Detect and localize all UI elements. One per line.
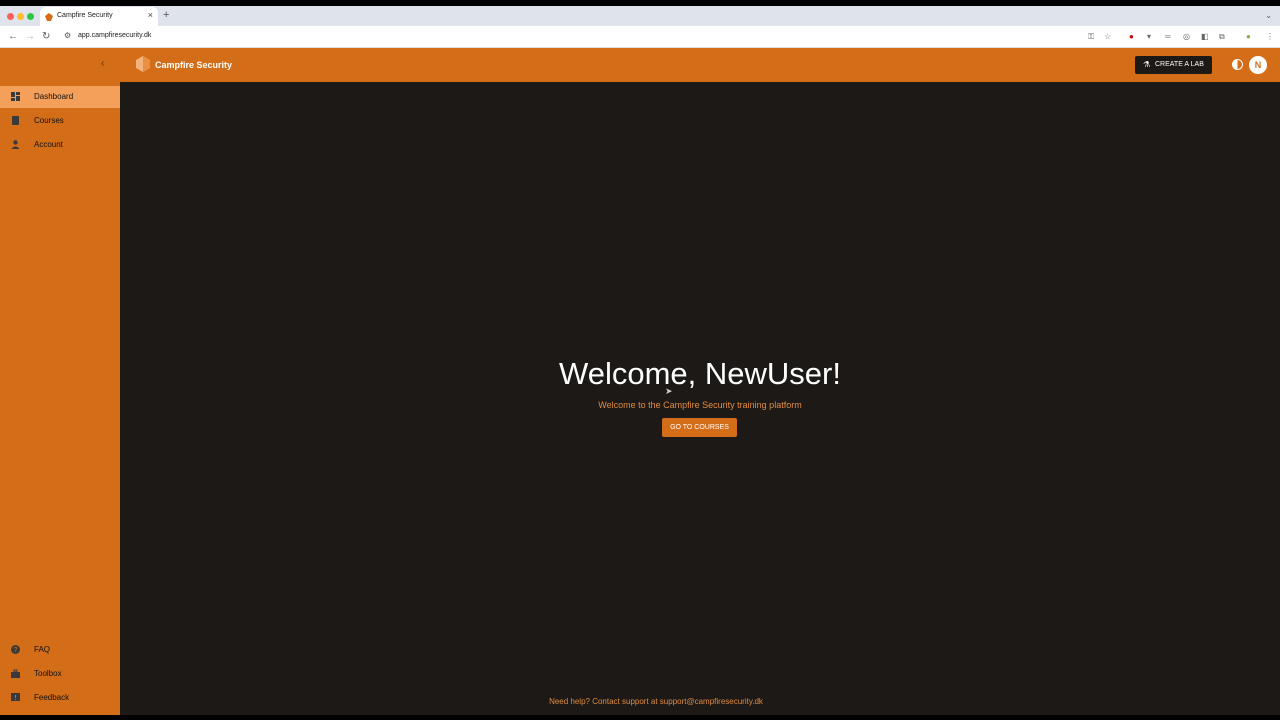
sidebar: Dashboard Courses Account ? FAQ Toolbox … — [0, 82, 120, 715]
bookmark-star-icon[interactable]: ☆ — [1104, 32, 1111, 41]
app-root: ‹ Campfire Security ⚗ CREATE A LAB N Das… — [0, 48, 1280, 715]
sidebar-item-label: Toolbox — [34, 669, 62, 678]
brand-name[interactable]: Campfire Security — [155, 60, 232, 70]
reload-icon[interactable]: ↻ — [42, 31, 50, 42]
campfire-favicon-icon — [45, 13, 53, 21]
address-bar[interactable]: ⚙ app.campfiresecurity.dk — [60, 29, 1120, 45]
back-icon[interactable]: ← — [8, 31, 18, 42]
tab-title: Campfire Security — [57, 12, 113, 19]
extension-icon[interactable]: ◎ — [1183, 32, 1190, 41]
extensions-puzzle-icon[interactable]: ⧉ — [1219, 32, 1225, 42]
tab-search-icon[interactable]: ⌄ — [1265, 11, 1272, 20]
tab-close-icon[interactable]: × — [148, 10, 153, 20]
page-title: Welcome, NewUser! — [559, 356, 841, 391]
site-info-icon[interactable]: ⚙ — [64, 31, 71, 40]
forward-icon[interactable]: → — [25, 31, 35, 42]
sidebar-item-feedback[interactable]: Feedback — [0, 687, 120, 709]
toolbox-icon — [11, 669, 20, 678]
extension-icon[interactable]: ▾ — [1147, 32, 1151, 41]
help-icon: ? — [11, 645, 20, 654]
create-lab-button[interactable]: ⚗ CREATE A LAB — [1135, 56, 1212, 74]
sidebar-item-faq[interactable]: ? FAQ — [0, 639, 120, 661]
maximize-window-button[interactable] — [27, 13, 34, 20]
extension-icon[interactable]: ● — [1129, 32, 1134, 41]
sidebar-item-label: Feedback — [34, 693, 70, 702]
sidebar-item-dashboard[interactable]: Dashboard — [0, 86, 120, 108]
close-window-button[interactable] — [7, 13, 14, 20]
feedback-icon — [11, 693, 20, 701]
key-icon[interactable]: ⚿ — [1088, 32, 1094, 42]
sidebar-item-account[interactable]: Account — [0, 134, 120, 156]
extension-icon[interactable]: ◧ — [1201, 32, 1209, 41]
go-to-courses-button[interactable]: GO TO COURSES — [662, 418, 737, 437]
browser-tab-bar: Campfire Security × + ⌄ — [0, 6, 1280, 26]
minimize-window-button[interactable] — [17, 13, 24, 20]
sidebar-item-courses[interactable]: Courses — [0, 110, 120, 132]
book-icon — [12, 116, 19, 125]
campfire-logo-icon[interactable] — [136, 56, 150, 72]
create-lab-label: CREATE A LAB — [1155, 61, 1204, 68]
person-icon — [11, 140, 20, 149]
browser-menu-icon[interactable]: ⋮ — [1266, 32, 1274, 41]
app-header: ‹ Campfire Security ⚗ CREATE A LAB N — [0, 48, 1280, 82]
extension-icon[interactable]: ═ — [1165, 32, 1171, 41]
sidebar-item-label: Courses — [34, 116, 64, 125]
sidebar-item-toolbox[interactable]: Toolbox — [0, 663, 120, 685]
sidebar-item-label: FAQ — [34, 645, 51, 654]
sidebar-item-label: Dashboard — [34, 92, 74, 101]
browser-tab[interactable]: Campfire Security × — [40, 7, 158, 26]
theme-toggle-icon[interactable] — [1232, 59, 1243, 70]
flask-icon: ⚗ — [1143, 60, 1151, 69]
svg-text:?: ? — [14, 647, 18, 654]
url-text[interactable]: app.campfiresecurity.dk — [78, 32, 151, 39]
browser-toolbar: ← → ↻ ⚙ app.campfiresecurity.dk ⚿ ☆ ● ▾ … — [0, 26, 1280, 48]
avatar[interactable]: N — [1249, 56, 1267, 74]
support-text[interactable]: Need help? Contact support at support@ca… — [456, 697, 856, 706]
sidebar-item-label: Account — [34, 140, 63, 149]
profile-icon[interactable]: ● — [1246, 32, 1251, 41]
collapse-sidebar-icon[interactable]: ‹ — [101, 58, 104, 69]
dashboard-icon — [11, 92, 20, 101]
new-tab-button[interactable]: + — [163, 9, 169, 21]
page-subtitle: Welcome to the Campfire Security trainin… — [598, 400, 802, 410]
